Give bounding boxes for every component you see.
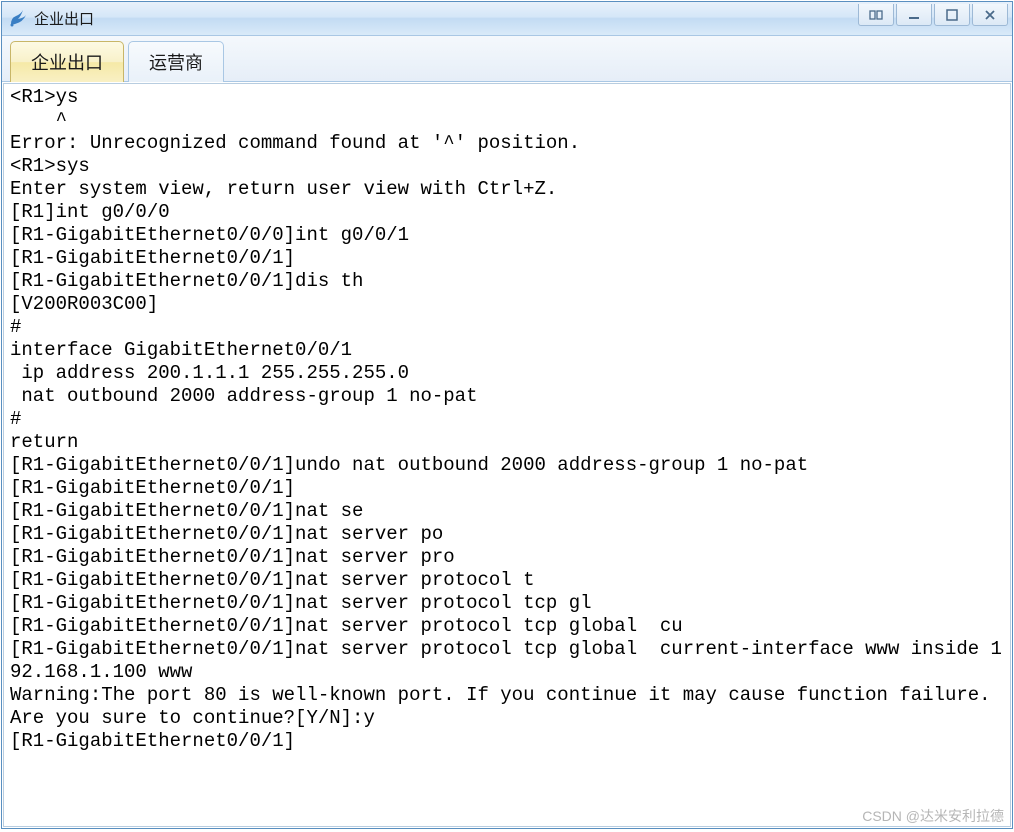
- window-extra-button[interactable]: [858, 4, 894, 26]
- app-window: 企业出口 企业出口 运营商 <R1>ys ^ Error: Unrecogniz…: [1, 1, 1013, 829]
- maximize-button[interactable]: [934, 4, 970, 26]
- window-title: 企业出口: [34, 8, 856, 29]
- window-controls: [856, 2, 1012, 35]
- tab-enterprise-exit[interactable]: 企业出口: [10, 41, 124, 82]
- minimize-button[interactable]: [896, 4, 932, 26]
- tab-carrier[interactable]: 运营商: [128, 41, 224, 82]
- terminal-output[interactable]: <R1>ys ^ Error: Unrecognized command fou…: [3, 83, 1011, 827]
- close-button[interactable]: [972, 4, 1008, 26]
- titlebar[interactable]: 企业出口: [2, 2, 1012, 36]
- app-icon: [8, 9, 28, 29]
- tab-bar: 企业出口 运营商: [2, 36, 1012, 82]
